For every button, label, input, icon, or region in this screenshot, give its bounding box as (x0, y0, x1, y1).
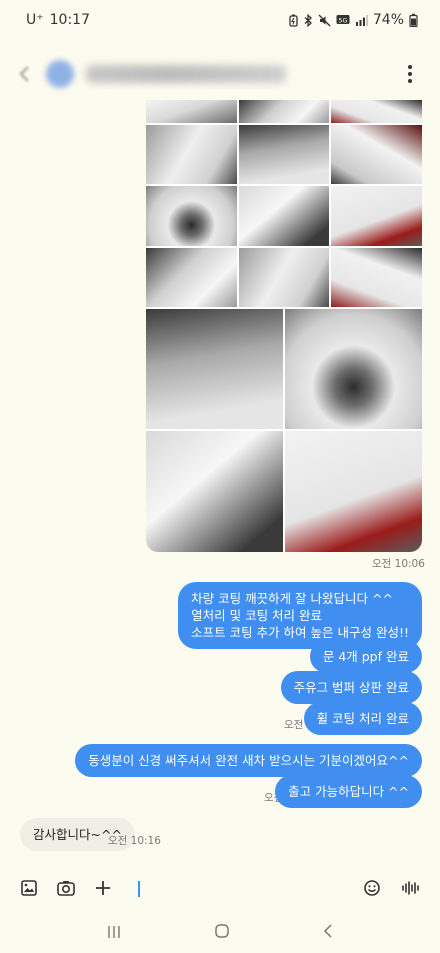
more-vert-icon[interactable] (398, 62, 422, 86)
back-arrow-icon[interactable] (18, 65, 32, 83)
conversation-header (0, 48, 440, 100)
back-icon[interactable] (322, 923, 334, 943)
recents-icon[interactable] (106, 924, 122, 943)
photo-thumbnail[interactable] (331, 125, 422, 184)
svg-text:5G: 5G (338, 16, 347, 24)
photo-thumbnail[interactable] (146, 248, 237, 307)
photo-thumbnail[interactable] (146, 309, 283, 429)
text-caret (137, 881, 140, 897)
gallery-icon[interactable] (14, 873, 43, 903)
photo-thumbnail[interactable] (239, 100, 329, 123)
outgoing-message[interactable]: 휠 코팅 처리 완료 (303, 702, 422, 735)
photo-thumbnail[interactable] (285, 309, 422, 429)
voice-icon[interactable] (397, 873, 426, 903)
photo-thumbnail[interactable] (146, 125, 237, 184)
photo-thumbnail[interactable] (331, 100, 422, 123)
carrier-label: U⁺ (26, 12, 44, 28)
add-icon[interactable] (88, 873, 117, 903)
outgoing-message[interactable]: 동생분이 신경 써주셔서 완전 새차 받으시는 기분이겠어요^^ (75, 744, 422, 777)
lte-icon: 5G (336, 14, 350, 24)
photo-attachment-grid[interactable] (146, 100, 422, 552)
battery-saver-icon (289, 14, 298, 27)
contact-name[interactable] (86, 65, 286, 83)
emoji-icon[interactable] (358, 873, 387, 903)
outgoing-message[interactable]: 차량 코팅 깨끗하게 잘 나왔답니다 ^^ 열처리 및 코팅 처리 완료 소프트… (178, 582, 422, 649)
outgoing-message[interactable]: 문 4개 ppf 완료 (309, 640, 422, 673)
bluetooth-icon (304, 13, 312, 27)
photo-thumbnail[interactable] (239, 186, 329, 246)
photo-thumbnail[interactable] (239, 125, 329, 184)
contact-avatar[interactable] (46, 60, 74, 88)
message-timestamp: 오전 10:16 (108, 835, 161, 847)
status-icons: 5G 74% (289, 12, 418, 28)
photo-thumbnail[interactable] (331, 248, 422, 307)
outgoing-message[interactable]: 출고 가능하답니다 ^^ (275, 775, 422, 808)
battery-percent: 74% (372, 12, 404, 28)
status-bar: U⁺ 10:17 5G 74% (0, 0, 440, 40)
status-time: 10:17 (49, 12, 90, 28)
message-composer (0, 866, 440, 910)
photo-thumbnail[interactable] (146, 100, 237, 123)
signal-icon (355, 14, 368, 26)
message-timestamp: 오전 10:06 (372, 558, 425, 570)
camera-icon[interactable] (51, 873, 80, 903)
outgoing-message[interactable]: 주유그 범퍼 상판 완료 (280, 671, 422, 704)
photo-thumbnail[interactable] (285, 431, 422, 552)
photo-thumbnail[interactable] (146, 186, 237, 246)
photo-thumbnail[interactable] (331, 186, 422, 246)
home-icon[interactable] (214, 923, 230, 943)
photo-thumbnail[interactable] (239, 248, 329, 307)
message-input[interactable] (136, 871, 352, 905)
photo-thumbnail[interactable] (146, 431, 283, 552)
system-nav-bar (0, 913, 440, 953)
battery-icon (409, 13, 418, 27)
mute-icon (318, 14, 331, 26)
